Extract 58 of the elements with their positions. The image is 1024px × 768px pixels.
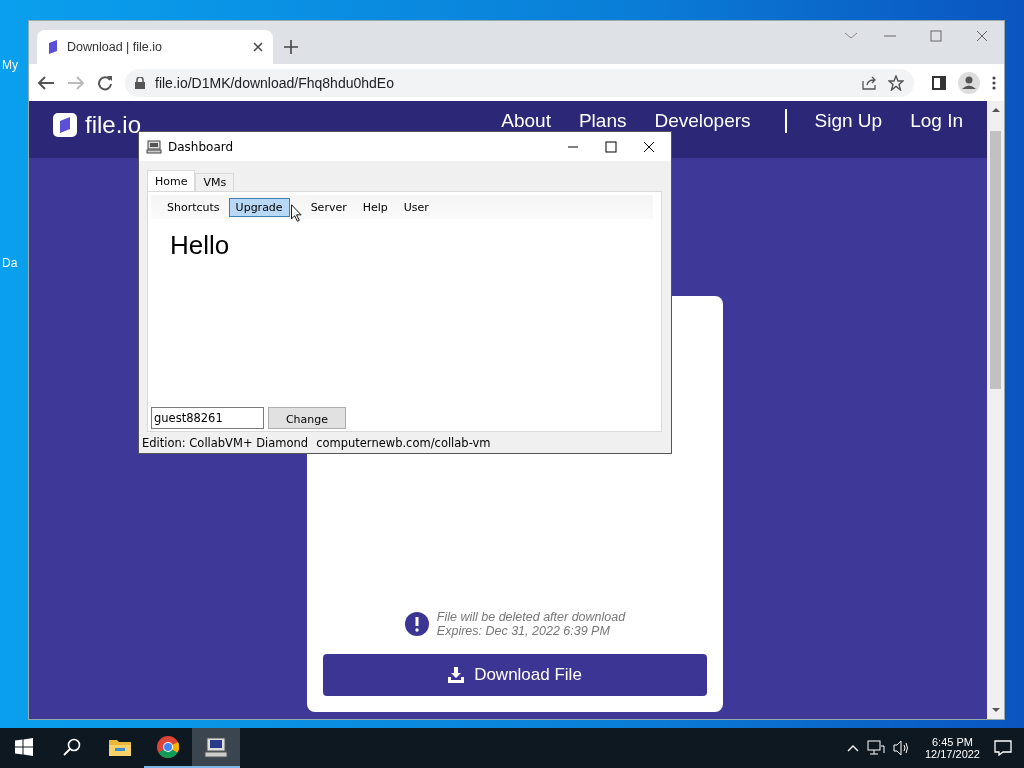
window-title: Dashboard (168, 139, 235, 154)
search-icon (63, 738, 81, 756)
download-icon (448, 667, 465, 683)
clock[interactable]: 6:45 PM 12/17/2022 (924, 736, 980, 760)
computer-icon (146, 139, 162, 154)
chrome-icon (157, 736, 179, 758)
network-icon[interactable] (866, 740, 885, 756)
windows-logo-icon (15, 738, 33, 756)
logo-icon (53, 113, 77, 137)
menu-icon[interactable] (992, 75, 996, 90)
greeting-text: Hello (170, 230, 231, 262)
menu-item[interactable]: Help (355, 197, 395, 217)
side-panel-icon[interactable] (932, 75, 946, 90)
avatar-icon[interactable] (958, 71, 980, 94)
new-tab-icon[interactable] (281, 37, 301, 57)
mouse-cursor-icon (290, 204, 302, 222)
computer-icon (204, 736, 228, 758)
download-button[interactable]: Download File (323, 654, 707, 696)
desktop-icon-label: Da (2, 256, 18, 270)
nav-link[interactable]: Plans (578, 111, 627, 130)
desktop-icon-label: My (2, 58, 18, 72)
status-text: Edition: CollabVM+ Diamond (142, 435, 309, 450)
taskbar-app[interactable] (192, 728, 240, 768)
menu-item[interactable]: Upgrade (228, 197, 290, 217)
alert-icon (404, 612, 429, 636)
close-icon[interactable] (643, 140, 655, 153)
status-text: computernewb.com/collab-vm (316, 435, 491, 450)
nav-link[interactable]: Sign Up (814, 111, 883, 130)
notice-text: Expires: Dec 31, 2022 6:39 PM (436, 624, 611, 638)
nav-link[interactable]: Developers (654, 111, 751, 130)
scroll-up-icon[interactable] (991, 107, 1000, 113)
lock-icon (135, 76, 145, 89)
menu-item[interactable]: User (396, 197, 436, 217)
folder-icon (109, 738, 131, 756)
chevron-up-icon[interactable] (846, 744, 859, 752)
scroll-down-icon[interactable] (991, 707, 1000, 713)
notification-icon[interactable] (994, 740, 1012, 756)
username-field[interactable]: guest88261 (151, 407, 264, 429)
share-icon[interactable] (862, 75, 878, 90)
tab[interactable]: VMs (195, 173, 235, 191)
reload-icon[interactable] (97, 74, 113, 91)
maximize-icon[interactable] (605, 140, 617, 153)
site-logo-icon (47, 40, 59, 54)
notice-text: File will be deleted after download (436, 610, 626, 624)
tab[interactable]: Home (147, 170, 196, 191)
address-bar[interactable]: file.io/D1MK/download/Fhq8hdu0hdEo (125, 68, 914, 97)
scrollbar[interactable] (987, 101, 1004, 719)
browser-tab[interactable]: Download | file.io (37, 30, 273, 64)
logo-text: file.io (85, 111, 142, 139)
back-arrow-icon[interactable] (37, 74, 55, 91)
nav-link[interactable]: About (501, 111, 551, 130)
change-button[interactable]: Change (268, 407, 346, 429)
close-icon[interactable] (253, 42, 263, 52)
menu-item[interactable]: Shortcuts (160, 197, 227, 217)
volume-icon[interactable] (892, 740, 911, 756)
nav-link[interactable]: Log In (910, 111, 963, 130)
star-icon[interactable] (888, 74, 904, 91)
menu-item[interactable]: Server (303, 197, 354, 217)
